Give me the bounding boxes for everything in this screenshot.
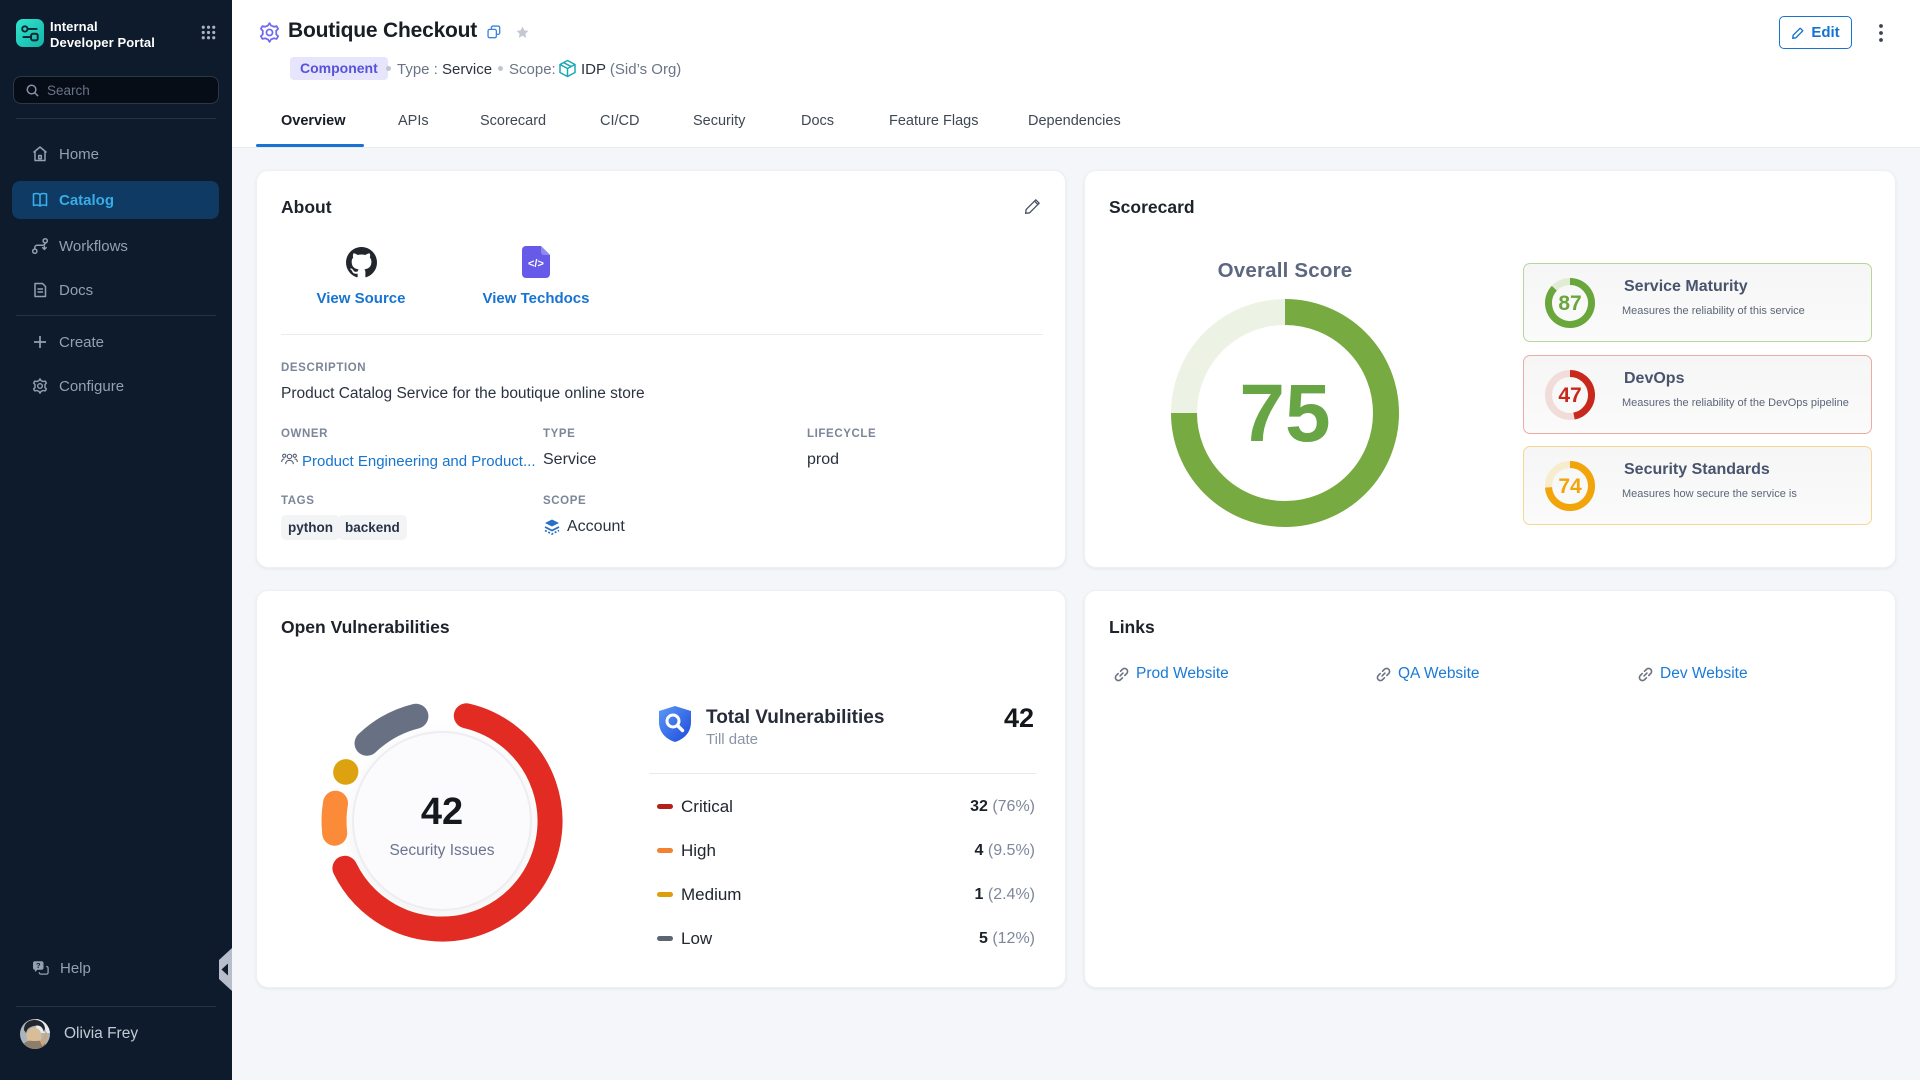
svg-text:47: 47 <box>1558 384 1581 407</box>
svg-text:75: 75 <box>1239 368 1330 459</box>
svg-text:Security Issues: Security Issues <box>389 842 494 859</box>
svg-text:</>: </> <box>528 258 544 270</box>
svg-text:?: ? <box>36 961 41 970</box>
svg-text:87: 87 <box>1558 292 1581 315</box>
svg-text:74: 74 <box>1558 475 1582 498</box>
svg-text:42: 42 <box>421 791 463 833</box>
